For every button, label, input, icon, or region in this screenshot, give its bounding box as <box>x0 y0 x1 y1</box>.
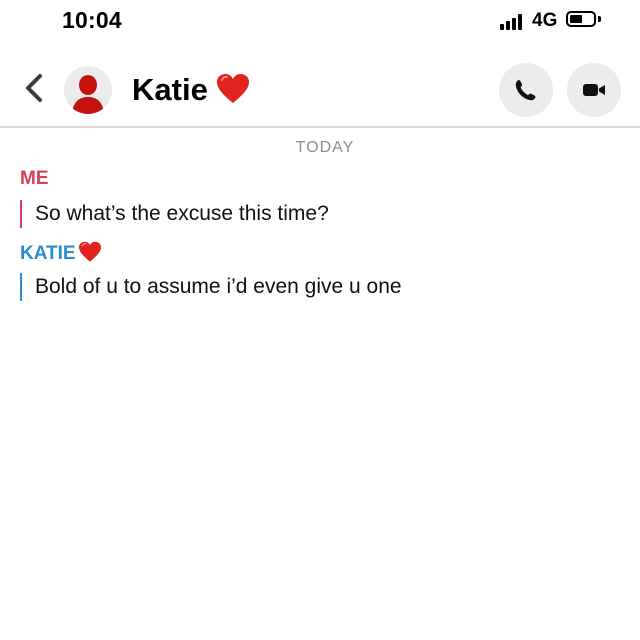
chevron-left-icon <box>26 74 42 102</box>
sender-label-katie: KATIE <box>20 241 102 265</box>
person-silhouette-icon <box>72 75 104 114</box>
sender-name: ME <box>20 168 49 189</box>
battery-icon <box>566 11 596 27</box>
heart-emoji-icon <box>78 241 101 262</box>
status-time: 10:04 <box>62 7 122 33</box>
phone-icon <box>515 80 536 101</box>
signal-icon <box>500 14 522 30</box>
message-me[interactable]: So what’s the excuse this time? <box>20 200 329 228</box>
back-button[interactable] <box>20 70 48 106</box>
heart-emoji-icon <box>216 74 249 103</box>
network-label: 4G <box>532 10 558 31</box>
battery-tip <box>598 16 601 22</box>
video-call-button[interactable] <box>567 63 621 117</box>
contact-name-label: Katie <box>132 72 208 107</box>
avatar[interactable] <box>64 66 112 114</box>
message-katie[interactable]: Bold of u to assume i’d even give u one <box>20 273 402 301</box>
sender-name: KATIE <box>20 243 76 264</box>
day-separator: TODAY <box>295 139 355 156</box>
contact-name[interactable]: Katie <box>132 72 250 108</box>
sender-label-me: ME <box>20 168 49 190</box>
chat-header: Katie <box>0 56 640 128</box>
chat-screen: 10:04 4G Katie TODAY ME So what’s the ex… <box>0 0 640 640</box>
status-bar: 10:04 4G <box>0 0 640 44</box>
call-button[interactable] <box>499 63 553 117</box>
video-camera-icon <box>583 84 605 96</box>
battery-fill <box>570 15 582 23</box>
